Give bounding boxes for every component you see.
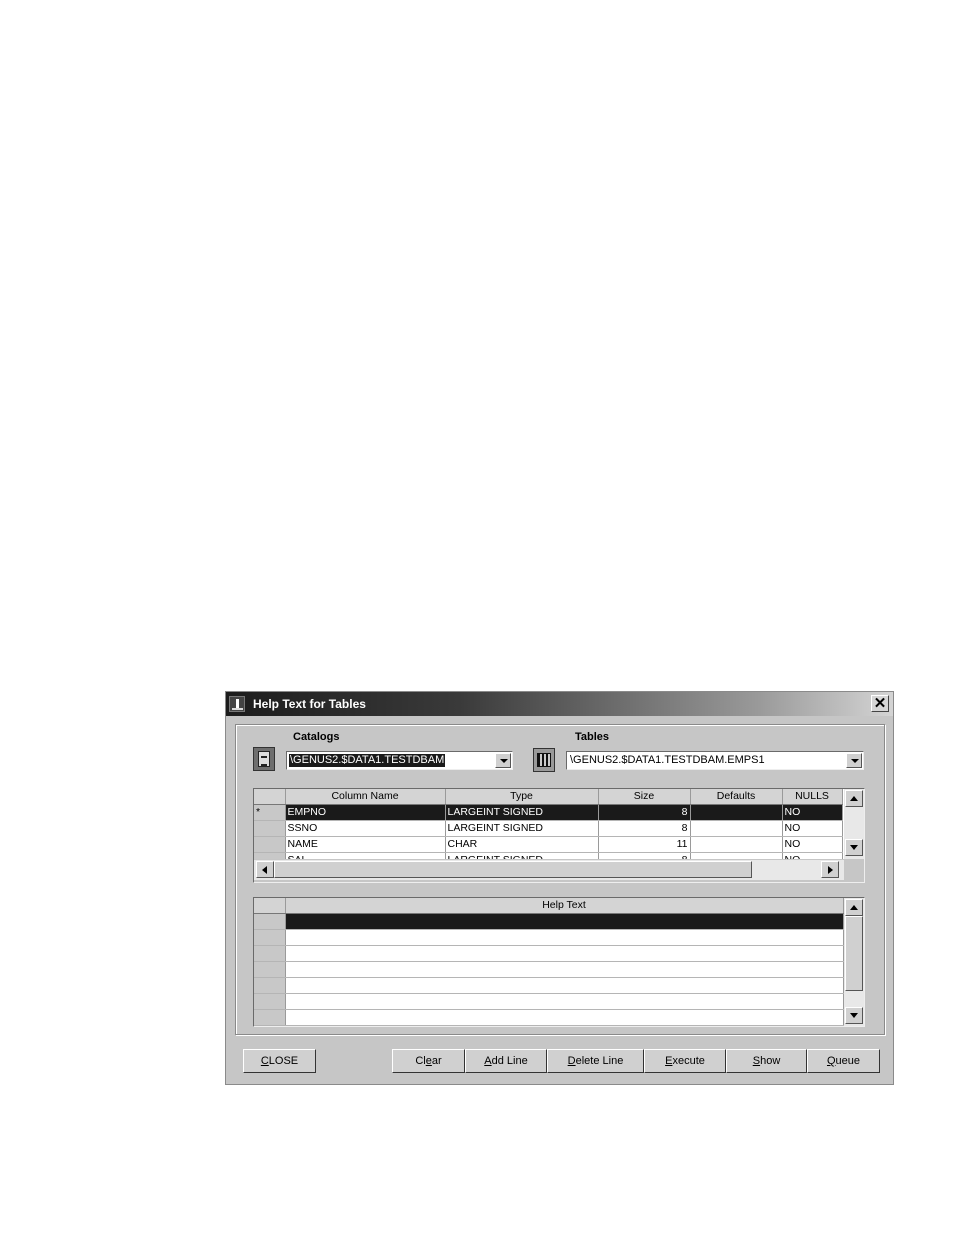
cell-column-name[interactable]: NAME xyxy=(285,836,446,853)
row-marker[interactable] xyxy=(254,961,286,978)
help-row[interactable] xyxy=(254,929,844,946)
cell-type[interactable]: CHAR xyxy=(445,836,599,853)
table-row[interactable]: SSNO LARGEINT SIGNED 8 NO xyxy=(254,820,843,837)
add-line-label-post: dd Line xyxy=(491,1055,528,1067)
vscroll-thumb[interactable] xyxy=(845,916,863,991)
catalogs-label: Catalogs xyxy=(293,731,340,743)
execute-label-post: xecute xyxy=(672,1055,705,1067)
catalogs-value: \GENUS2.$DATA1.TESTDBAM xyxy=(289,754,446,767)
columns-vscrollbar[interactable] xyxy=(844,789,864,859)
cell-type[interactable]: LARGEINT SIGNED xyxy=(445,804,599,821)
col-header-help-text[interactable]: Help Text xyxy=(285,898,844,914)
cell-nulls[interactable]: NO xyxy=(782,836,843,853)
help-row[interactable] xyxy=(254,977,844,994)
show-label-post: how xyxy=(760,1055,781,1067)
cell-type[interactable]: LARGEINT SIGNED xyxy=(445,820,599,837)
row-marker[interactable] xyxy=(254,1009,286,1026)
scroll-up-icon[interactable] xyxy=(845,790,863,807)
col-header-defaults[interactable]: Defaults xyxy=(690,789,783,805)
cell-column-name[interactable]: EMPNO xyxy=(285,804,446,821)
cell-size[interactable]: 8 xyxy=(598,820,691,837)
col-header-nulls[interactable]: NULLS xyxy=(782,789,843,805)
col-header-type[interactable]: Type xyxy=(445,789,599,805)
row-marker[interactable]: * xyxy=(254,804,286,821)
row-marker[interactable] xyxy=(254,945,286,962)
scroll-left-icon[interactable] xyxy=(256,861,274,878)
close-window-button[interactable]: ✕ xyxy=(871,695,889,712)
hscroll-thumb[interactable] xyxy=(274,861,752,878)
help-row[interactable] xyxy=(254,993,844,1010)
columns-grid[interactable]: Column Name Type Size Defaults NULLS * E… xyxy=(253,788,865,883)
execute-button[interactable]: Execute xyxy=(644,1049,726,1073)
help-text-grid[interactable]: Help Text xyxy=(253,897,865,1027)
clear-button[interactable]: Clear xyxy=(392,1049,465,1073)
help-cell[interactable] xyxy=(285,913,844,930)
scroll-up-icon[interactable] xyxy=(845,899,863,916)
table-row[interactable]: * EMPNO LARGEINT SIGNED 8 NO xyxy=(254,804,843,821)
catalog-icon xyxy=(253,747,275,771)
row-marker[interactable] xyxy=(254,836,286,853)
scroll-down-icon[interactable] xyxy=(845,1007,863,1024)
cell-nulls[interactable]: NO xyxy=(782,804,843,821)
cell-nulls[interactable]: NO xyxy=(782,820,843,837)
help-cell[interactable] xyxy=(285,993,844,1010)
cell-size[interactable]: 11 xyxy=(598,836,691,853)
tables-combobox[interactable]: \GENUS2.$DATA1.TESTDBAM.EMPS1 xyxy=(566,751,864,770)
queue-button[interactable]: Queue xyxy=(807,1049,880,1073)
cell-column-name[interactable]: SSNO xyxy=(285,820,446,837)
delete-line-label-key: D xyxy=(567,1055,576,1067)
tables-dropdown-icon[interactable] xyxy=(846,753,862,768)
show-button[interactable]: Show xyxy=(726,1049,807,1073)
help-vscrollbar[interactable] xyxy=(844,898,864,1026)
clear-label-pre: Cl xyxy=(415,1055,426,1067)
show-label-key: S xyxy=(752,1055,761,1067)
help-row[interactable] xyxy=(254,961,844,978)
catalogs-combobox[interactable]: \GENUS2.$DATA1.TESTDBAM xyxy=(286,751,513,770)
scroll-right-icon[interactable] xyxy=(821,861,839,878)
cell-defaults[interactable] xyxy=(690,804,783,821)
table-row[interactable]: NAME CHAR 11 NO xyxy=(254,836,843,853)
row-marker[interactable] xyxy=(254,913,286,930)
help-row[interactable] xyxy=(254,1009,844,1026)
close-label-post: LOSE xyxy=(268,1055,299,1067)
delete-line-label-post: elete Line xyxy=(575,1055,624,1067)
delete-line-button[interactable]: Delete Line xyxy=(547,1049,644,1073)
close-button[interactable]: CLOSE xyxy=(243,1049,316,1073)
add-line-label-key: A xyxy=(484,1055,492,1067)
cell-size[interactable]: 8 xyxy=(598,804,691,821)
title-bar[interactable]: Help Text for Tables ✕ xyxy=(226,692,893,716)
catalogs-dropdown-icon[interactable] xyxy=(495,753,511,768)
col-header-size[interactable]: Size xyxy=(598,789,691,805)
help-cell[interactable] xyxy=(285,929,844,946)
help-row[interactable] xyxy=(254,913,844,930)
columns-hscrollbar[interactable] xyxy=(254,860,844,880)
help-row[interactable] xyxy=(254,945,844,962)
app-icon xyxy=(229,696,245,712)
queue-label-key: Q xyxy=(826,1055,836,1067)
add-line-button[interactable]: Add Line xyxy=(465,1049,547,1073)
row-marker[interactable] xyxy=(254,993,286,1010)
row-marker[interactable] xyxy=(254,820,286,837)
row-marker[interactable] xyxy=(254,929,286,946)
window-title: Help Text for Tables xyxy=(253,697,366,711)
cell-defaults[interactable] xyxy=(690,820,783,837)
cell-defaults[interactable] xyxy=(690,836,783,853)
queue-label-post: ueue xyxy=(835,1055,861,1067)
help-text-dialog: Help Text for Tables ✕ Catalogs \GENUS2.… xyxy=(225,691,894,1085)
table-icon xyxy=(533,748,555,772)
help-cell[interactable] xyxy=(285,945,844,962)
scroll-down-icon[interactable] xyxy=(845,839,863,856)
col-header-column-name[interactable]: Column Name xyxy=(285,789,446,805)
tables-value: \GENUS2.$DATA1.TESTDBAM.EMPS1 xyxy=(570,754,765,766)
help-cell[interactable] xyxy=(285,977,844,994)
help-cell[interactable] xyxy=(285,961,844,978)
clear-label-post: ar xyxy=(431,1055,442,1067)
help-cell[interactable] xyxy=(285,1009,844,1026)
row-header-corner xyxy=(254,898,286,914)
close-label-key: C xyxy=(260,1055,269,1067)
row-marker[interactable] xyxy=(254,977,286,994)
tables-label: Tables xyxy=(575,731,610,743)
row-header-corner xyxy=(254,789,286,805)
